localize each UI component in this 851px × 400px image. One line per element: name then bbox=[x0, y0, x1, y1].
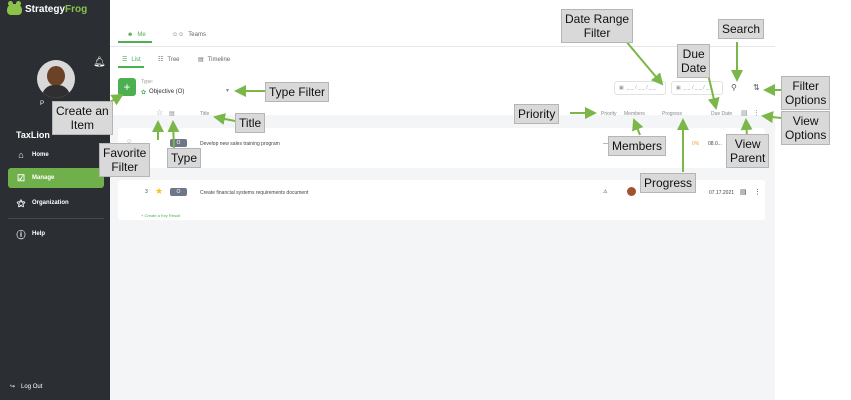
callout-view-options: View Options bbox=[781, 111, 831, 145]
type-badge: O bbox=[170, 188, 187, 196]
frog-logo-icon bbox=[7, 1, 22, 15]
favorite-filter-icon[interactable]: ☆ bbox=[156, 108, 163, 117]
callout-type-filter: Type Filter bbox=[265, 82, 330, 102]
member-avatar[interactable] bbox=[627, 187, 636, 196]
favorite-star-icon[interactable]: ★ bbox=[155, 186, 163, 197]
tab-label: Me bbox=[137, 32, 146, 38]
subtab-label: List bbox=[131, 56, 141, 63]
due-date-value: 07.17.2021 bbox=[709, 190, 735, 196]
column-due-date[interactable]: Due Date bbox=[711, 111, 732, 117]
type-filter-value: Objective (O) bbox=[149, 89, 185, 95]
search-icon[interactable]: ⚲ bbox=[731, 83, 737, 92]
column-members[interactable]: Members bbox=[624, 111, 645, 117]
calendar-icon: ▣ bbox=[676, 85, 681, 91]
type-column-icon[interactable]: ▤ bbox=[169, 110, 175, 117]
person-icon: ☻ bbox=[127, 32, 134, 38]
manage-icon: ☑ bbox=[16, 172, 26, 183]
priority-warning-icon: ⚠ bbox=[603, 189, 608, 195]
more-options-icon[interactable]: ⋮ bbox=[753, 109, 760, 117]
tab-me[interactable]: ☻ Me bbox=[127, 32, 146, 38]
row-title[interactable]: Develop new sales training program bbox=[200, 141, 280, 147]
callout-date-range-filter: Date Range Filter bbox=[561, 9, 634, 43]
row-title[interactable]: Create financial systems requirements do… bbox=[200, 190, 308, 196]
nav-item-label: Home bbox=[32, 152, 49, 158]
subtab-list[interactable]: ☰ List bbox=[122, 56, 141, 64]
column-title[interactable]: Title bbox=[200, 111, 209, 117]
logout-label: Log Out bbox=[21, 383, 43, 390]
callout-title: Title bbox=[235, 113, 266, 133]
callout-due-date: Due Date bbox=[677, 44, 711, 78]
logout-button[interactable]: ↪ Log Out bbox=[10, 383, 43, 391]
callout-create-item: Create an Item bbox=[52, 101, 113, 135]
nav-item-help[interactable]: ⓘ Help bbox=[8, 224, 104, 244]
org-name: TaxLion bbox=[16, 130, 50, 140]
organization-icon: ⚝ bbox=[16, 197, 26, 208]
callout-members: Members bbox=[608, 136, 667, 156]
callout-favorite-filter: Favorite Filter bbox=[99, 143, 151, 177]
view-parent-icon[interactable]: ▤ bbox=[740, 188, 747, 196]
tree-icon: ☷ bbox=[158, 57, 164, 63]
callout-progress: Progress bbox=[640, 173, 697, 193]
tab-divider bbox=[110, 46, 775, 47]
callout-priority: Priority bbox=[514, 104, 560, 124]
progress-value: 0% bbox=[692, 141, 700, 147]
nav-item-label: Organization bbox=[32, 200, 69, 206]
subtab-active-indicator bbox=[118, 66, 144, 68]
filter-options-icon[interactable]: ⇅ bbox=[753, 83, 760, 92]
date-to-input[interactable]: ▣ _ _ / _ _ / _ _ bbox=[671, 81, 723, 95]
help-icon: ⓘ bbox=[16, 229, 26, 240]
nav-item-label: Help bbox=[32, 231, 46, 237]
more-options-icon[interactable]: ⋮ bbox=[754, 188, 761, 196]
column-progress[interactable]: Progress bbox=[662, 111, 682, 117]
tab-active-indicator bbox=[118, 41, 152, 43]
avatar[interactable] bbox=[37, 60, 75, 98]
callout-search: Search bbox=[718, 19, 765, 39]
subtab-tree[interactable]: ☷ Tree bbox=[158, 56, 180, 64]
type-filter-select[interactable]: ✿ Objective (O) ▾ bbox=[141, 87, 229, 97]
view-options-icon[interactable]: ▤ bbox=[741, 109, 748, 117]
objective-icon: ✿ bbox=[141, 89, 147, 96]
create-item-button[interactable]: + bbox=[118, 78, 136, 96]
tab-label: Teams bbox=[188, 32, 206, 38]
column-priority[interactable]: Priority bbox=[601, 111, 617, 117]
sidebar: StrategyFrog 🔔︎ P TaxLion ⌂ Home ☑ Manag… bbox=[0, 0, 110, 400]
team-icon: ☺☺ bbox=[172, 32, 185, 38]
due-date-value: 08.0... bbox=[708, 141, 722, 147]
subtab-timeline[interactable]: ▤ Timeline bbox=[198, 56, 231, 64]
row-number: 3 bbox=[145, 189, 148, 195]
nav-item-manage[interactable]: ☑ Manage bbox=[8, 168, 104, 188]
logo-text: StrategyFrog bbox=[25, 4, 88, 15]
calendar-icon: ▣ bbox=[619, 85, 624, 91]
home-icon: ⌂ bbox=[18, 150, 24, 160]
type-badge: O bbox=[170, 139, 187, 147]
nav-divider bbox=[8, 218, 104, 219]
create-key-result-link[interactable]: + Create a Key Result bbox=[141, 213, 180, 218]
logout-icon: ↪ bbox=[10, 384, 16, 390]
user-name: P bbox=[40, 101, 45, 107]
chevron-down-icon: ▾ bbox=[225, 88, 229, 94]
callout-type: Type bbox=[167, 148, 202, 168]
list-icon: ☰ bbox=[122, 57, 128, 63]
date-from-input[interactable]: ▣ _ _ / _ _ / _ _ bbox=[614, 81, 666, 95]
callout-filter-options: Filter Options bbox=[781, 76, 831, 110]
nav-item-home[interactable]: ⌂ Home bbox=[8, 145, 104, 165]
date-from-value: _ _ / _ _ / _ _ bbox=[626, 85, 656, 91]
date-to-value: _ _ / _ _ / _ _ bbox=[683, 85, 713, 91]
table-row[interactable] bbox=[118, 128, 765, 168]
subtab-label: Timeline bbox=[207, 56, 231, 63]
logo[interactable]: StrategyFrog bbox=[7, 1, 88, 15]
callout-view-parent: View Parent bbox=[726, 134, 770, 168]
nav-item-organization[interactable]: ⚝ Organization bbox=[8, 193, 104, 213]
type-filter-label: Type: bbox=[141, 79, 154, 85]
timeline-icon: ▤ bbox=[198, 57, 204, 63]
nav-item-label: Manage bbox=[32, 175, 55, 181]
subtab-label: Tree bbox=[167, 56, 180, 63]
tab-teams[interactable]: ☺☺ Teams bbox=[172, 32, 206, 38]
notification-bell-icon[interactable]: 🔔︎ bbox=[93, 57, 106, 68]
